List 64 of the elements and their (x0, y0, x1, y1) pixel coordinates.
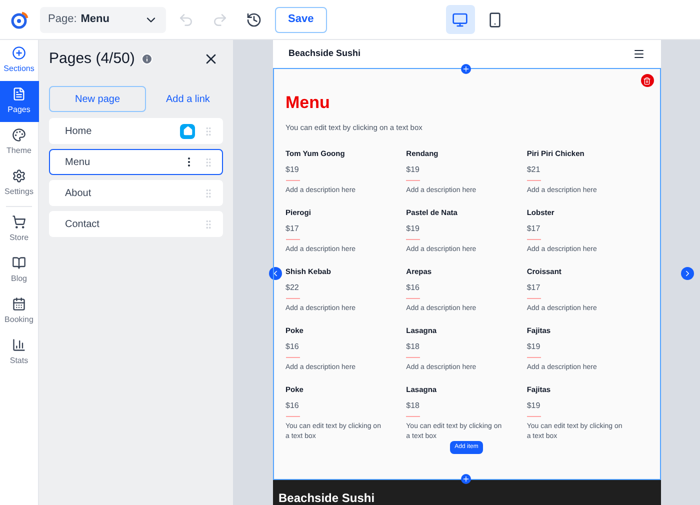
page-select[interactable]: Page: Menu (40, 6, 166, 32)
item-price: $17 (286, 224, 300, 234)
next-arrow-button[interactable] (681, 267, 694, 280)
rail-item[interactable]: Blog (0, 250, 38, 291)
rail-item[interactable]: Theme (0, 122, 38, 163)
calendar-icon (12, 297, 26, 311)
trash-icon (643, 76, 651, 84)
logo-icon (10, 10, 30, 30)
site-header: Beachside Sushi (272, 40, 660, 68)
palette-icon (12, 128, 26, 142)
house-icon (182, 126, 192, 136)
rail-item[interactable]: Sections (0, 40, 38, 81)
item-price: $18 (406, 342, 421, 352)
add-section-button[interactable] (460, 474, 470, 484)
plus-circle-icon (12, 46, 26, 60)
item-price: $19 (526, 401, 542, 412)
page-item[interactable]: Menu (49, 149, 223, 175)
item-price: $19 (286, 165, 300, 176)
drag-handle-icon[interactable] (203, 126, 214, 136)
page-item[interactable]: Home (49, 118, 223, 144)
drag-handle-icon[interactable] (203, 188, 214, 198)
menu-icon[interactable] (632, 48, 644, 60)
history-icon[interactable] (246, 12, 262, 28)
page-item[interactable]: Contact (49, 211, 223, 237)
item-price: $16 (286, 342, 300, 352)
rail-item[interactable]: Settings (0, 163, 38, 204)
item-price: $17 (526, 283, 542, 294)
delete-button[interactable] (640, 74, 654, 87)
drag-handle-icon[interactable] (203, 156, 214, 168)
desktop-view-button[interactable] (446, 5, 475, 34)
item-price: $17 (526, 224, 542, 234)
add-link-button[interactable]: Add a link (166, 92, 210, 106)
monitor-icon (452, 12, 468, 28)
item-price: $22 (286, 283, 300, 294)
cart-icon (12, 215, 26, 229)
bar-chart-icon (12, 338, 26, 352)
item-price: $16 (286, 401, 300, 412)
item-price: $19 (406, 165, 421, 176)
document-icon (12, 87, 26, 101)
phone-icon (487, 12, 504, 28)
item-price: $21 (526, 165, 542, 176)
chevron-right-icon (683, 269, 692, 278)
site-footer: Beachside Sushi (272, 480, 660, 505)
new-page-button[interactable]: New page (49, 86, 146, 112)
item-price: $16 (406, 283, 421, 294)
page-item[interactable]: About (49, 180, 223, 206)
item-price: $18 (406, 401, 421, 412)
plus-icon (462, 65, 470, 73)
rail-item[interactable]: Store (0, 209, 38, 250)
drag-handle-icon[interactable] (203, 218, 214, 230)
panel-title: Pages (4/50) (49, 48, 135, 69)
plus-icon (462, 475, 470, 483)
info-icon (140, 53, 153, 65)
item-price: $19 (406, 224, 421, 234)
book-icon (12, 256, 26, 270)
home-icon[interactable] (180, 124, 195, 138)
rail-item[interactable]: Booking (0, 291, 38, 332)
rail-item[interactable]: Stats (0, 332, 38, 373)
rail-item[interactable]: Pages (0, 81, 38, 122)
save-button[interactable]: Save (275, 6, 327, 32)
item-price: $19 (526, 342, 542, 352)
chevron-left-icon (271, 269, 280, 278)
menu-heading: Menu (286, 93, 331, 113)
settings-icon (12, 169, 26, 183)
